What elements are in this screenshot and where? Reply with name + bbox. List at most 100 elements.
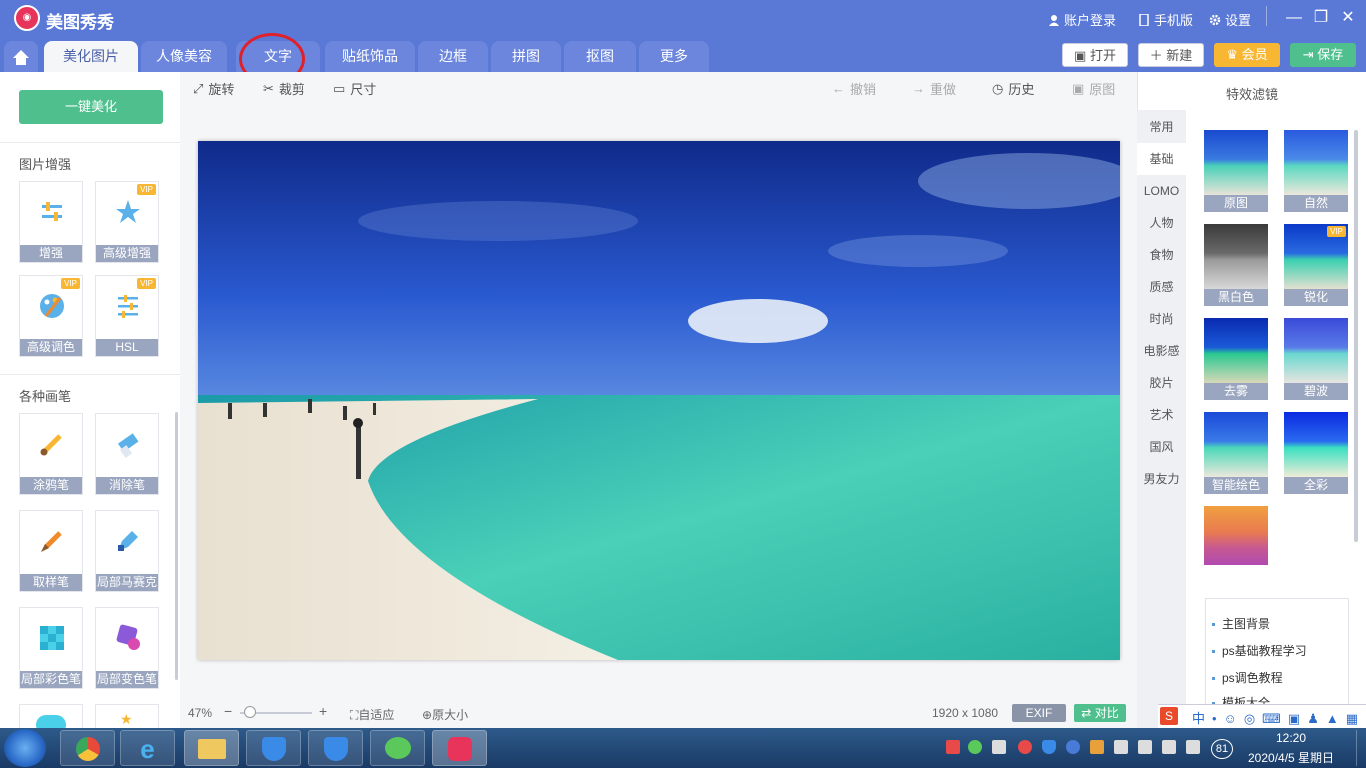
redo-button[interactable]: → 重做 <box>912 79 956 98</box>
category-film[interactable]: 胶片 <box>1137 367 1186 399</box>
one-click-beautify-button[interactable]: 一键美化 <box>19 90 163 124</box>
open-button[interactable]: ▣ 打开 <box>1062 43 1128 67</box>
compare-button[interactable]: ⇄ 对比 <box>1074 704 1126 722</box>
taskbar-ie[interactable]: e <box>120 730 175 766</box>
category-lomo[interactable]: LOMO <box>1137 175 1186 207</box>
tool-local-color-pen[interactable]: 局部彩色笔 <box>19 607 83 689</box>
taskbar-wechat[interactable] <box>370 730 425 766</box>
tab-portrait[interactable]: 人像美容 <box>141 41 227 72</box>
filter-smart-color[interactable]: 智能绘色 <box>1204 412 1268 494</box>
tray-device-icon[interactable] <box>1114 740 1128 754</box>
tray-network-icon[interactable] <box>1162 740 1176 754</box>
tool-partial[interactable] <box>19 704 83 728</box>
taskbar-security[interactable] <box>246 730 301 766</box>
tab-beautify[interactable]: 美化图片 <box>44 41 138 72</box>
new-button[interactable]: ＋ 新建 <box>1138 43 1204 67</box>
category-art[interactable]: 艺术 <box>1137 399 1186 431</box>
minimize-button[interactable]: — <box>1284 8 1304 28</box>
rotate-button[interactable]: ⤢ 旋转 <box>193 79 234 98</box>
vip-button[interactable]: ♛ 会员 <box>1214 43 1280 67</box>
tool-advanced-enhance[interactable]: VIP 高级增强 <box>95 181 159 263</box>
tool-doodle-pen[interactable]: 涂鸦笔 <box>19 413 83 495</box>
undo-arrow-icon: ← <box>832 81 845 96</box>
tool-hsl[interactable]: VIP HSL <box>95 275 159 357</box>
settings-link[interactable]: 设置 <box>1209 10 1251 29</box>
category-fashion[interactable]: 时尚 <box>1137 303 1186 335</box>
zoom-in-button[interactable]: + <box>319 703 327 719</box>
zoom-slider-handle[interactable] <box>244 706 256 718</box>
left-scrollbar[interactable] <box>175 412 178 680</box>
category-chinese-style[interactable]: 国风 <box>1137 431 1186 463</box>
tray-flag-icon[interactable] <box>946 740 960 754</box>
crop-button[interactable]: ✂ 裁剪 <box>263 79 305 98</box>
tab-frames[interactable]: 边框 <box>418 41 488 72</box>
tool-partial[interactable]: ★ <box>95 704 159 728</box>
taskbar-chrome[interactable] <box>60 730 115 766</box>
category-texture[interactable]: 质感 <box>1137 271 1186 303</box>
link-item[interactable]: ps调色教程 <box>1212 669 1283 686</box>
fit-button[interactable]: ⛶自适应 <box>350 706 394 723</box>
tool-sample-pen[interactable]: 取样笔 <box>19 510 83 592</box>
category-boyfriend[interactable]: 男友力 <box>1137 463 1186 495</box>
right-scrollbar[interactable] <box>1354 130 1358 542</box>
start-button[interactable] <box>4 729 46 767</box>
tool-local-recolor-pen[interactable]: 局部变色笔 <box>95 607 159 689</box>
size-button[interactable]: ▭ 尺寸 <box>333 79 376 98</box>
filter-sunset-thumb[interactable] <box>1204 506 1268 565</box>
tray-phone-icon[interactable] <box>1138 740 1152 754</box>
undo-button[interactable]: ← 撤销 <box>832 79 876 98</box>
tool-eraser-pen[interactable]: 消除笔 <box>95 413 159 495</box>
filter-sharpen[interactable]: VIP 锐化 <box>1284 224 1348 306</box>
category-food[interactable]: 食物 <box>1137 239 1186 271</box>
clock-date[interactable]: 2020/4/5 星期日 <box>1248 749 1334 766</box>
category-basic[interactable]: 基础 <box>1137 143 1186 175</box>
history-button[interactable]: ◷ 历史 <box>992 79 1034 98</box>
taskbar-meitu[interactable] <box>432 730 487 766</box>
filter-dehaze[interactable]: 去雾 <box>1204 318 1268 400</box>
tab-more[interactable]: 更多 <box>639 41 709 72</box>
category-cinematic[interactable]: 电影感 <box>1137 335 1186 367</box>
link-item[interactable]: ps基础教程学习 <box>1212 642 1307 659</box>
clock-time[interactable]: 12:20 <box>1276 731 1306 745</box>
filter-blue-wave[interactable]: 碧波 <box>1284 318 1348 400</box>
home-tab[interactable] <box>4 41 38 72</box>
ime-logo-icon[interactable]: S <box>1160 707 1178 725</box>
actual-size-button[interactable]: ⊕原大小 <box>422 706 468 723</box>
tool-local-mosaic[interactable]: 局部马赛克 <box>95 510 159 592</box>
beach-photo[interactable] <box>198 141 1120 660</box>
maximize-button[interactable]: ❐ <box>1311 8 1331 28</box>
zoom-out-button[interactable]: − <box>224 703 232 719</box>
tray-speaker-icon[interactable] <box>1090 740 1104 754</box>
filter-natural[interactable]: 自然 <box>1284 130 1348 212</box>
link-item[interactable]: 主图背景 <box>1212 615 1270 632</box>
mobile-version-link[interactable]: 手机版 <box>1138 10 1193 29</box>
tray-badge[interactable]: 81 <box>1211 739 1233 759</box>
tray-app-icon[interactable] <box>1018 740 1032 754</box>
tab-collage[interactable]: 拼图 <box>491 41 561 72</box>
show-desktop-button[interactable] <box>1356 730 1366 766</box>
tray-shield-icon[interactable] <box>1042 740 1056 754</box>
category-common[interactable]: 常用 <box>1137 111 1186 143</box>
new-label: 新建 <box>1166 48 1193 63</box>
tray-bluetooth-icon[interactable] <box>1066 740 1080 754</box>
filter-label: 锐化 <box>1284 289 1348 306</box>
ime-tool-icons[interactable]: 中•☺◎⌨▣♟▲▦ <box>1192 708 1365 727</box>
tab-cutout[interactable]: 抠图 <box>564 41 636 72</box>
close-button[interactable]: ✕ <box>1338 8 1358 28</box>
filter-black-white[interactable]: 黑白色 <box>1204 224 1268 306</box>
tab-stickers[interactable]: 贴纸饰品 <box>325 41 415 72</box>
exif-button[interactable]: EXIF <box>1012 704 1066 722</box>
account-login-link[interactable]: 账户登录 <box>1048 10 1116 29</box>
filter-original[interactable]: 原图 <box>1204 130 1268 212</box>
tray-wechat-icon[interactable] <box>968 740 982 754</box>
tray-tool-icon[interactable] <box>992 740 1006 754</box>
taskbar-explorer[interactable] <box>184 730 239 766</box>
tray-volume-icon[interactable] <box>1186 740 1200 754</box>
save-button[interactable]: ⇥ 保存 <box>1290 43 1356 67</box>
filter-full-color[interactable]: 全彩 <box>1284 412 1348 494</box>
tool-advanced-color[interactable]: VIP 高级调色 <box>19 275 83 357</box>
taskbar-security-2[interactable] <box>308 730 363 766</box>
original-button[interactable]: ▣ 原图 <box>1072 79 1115 98</box>
category-people[interactable]: 人物 <box>1137 207 1186 239</box>
tool-enhance[interactable]: 增强 <box>19 181 83 263</box>
